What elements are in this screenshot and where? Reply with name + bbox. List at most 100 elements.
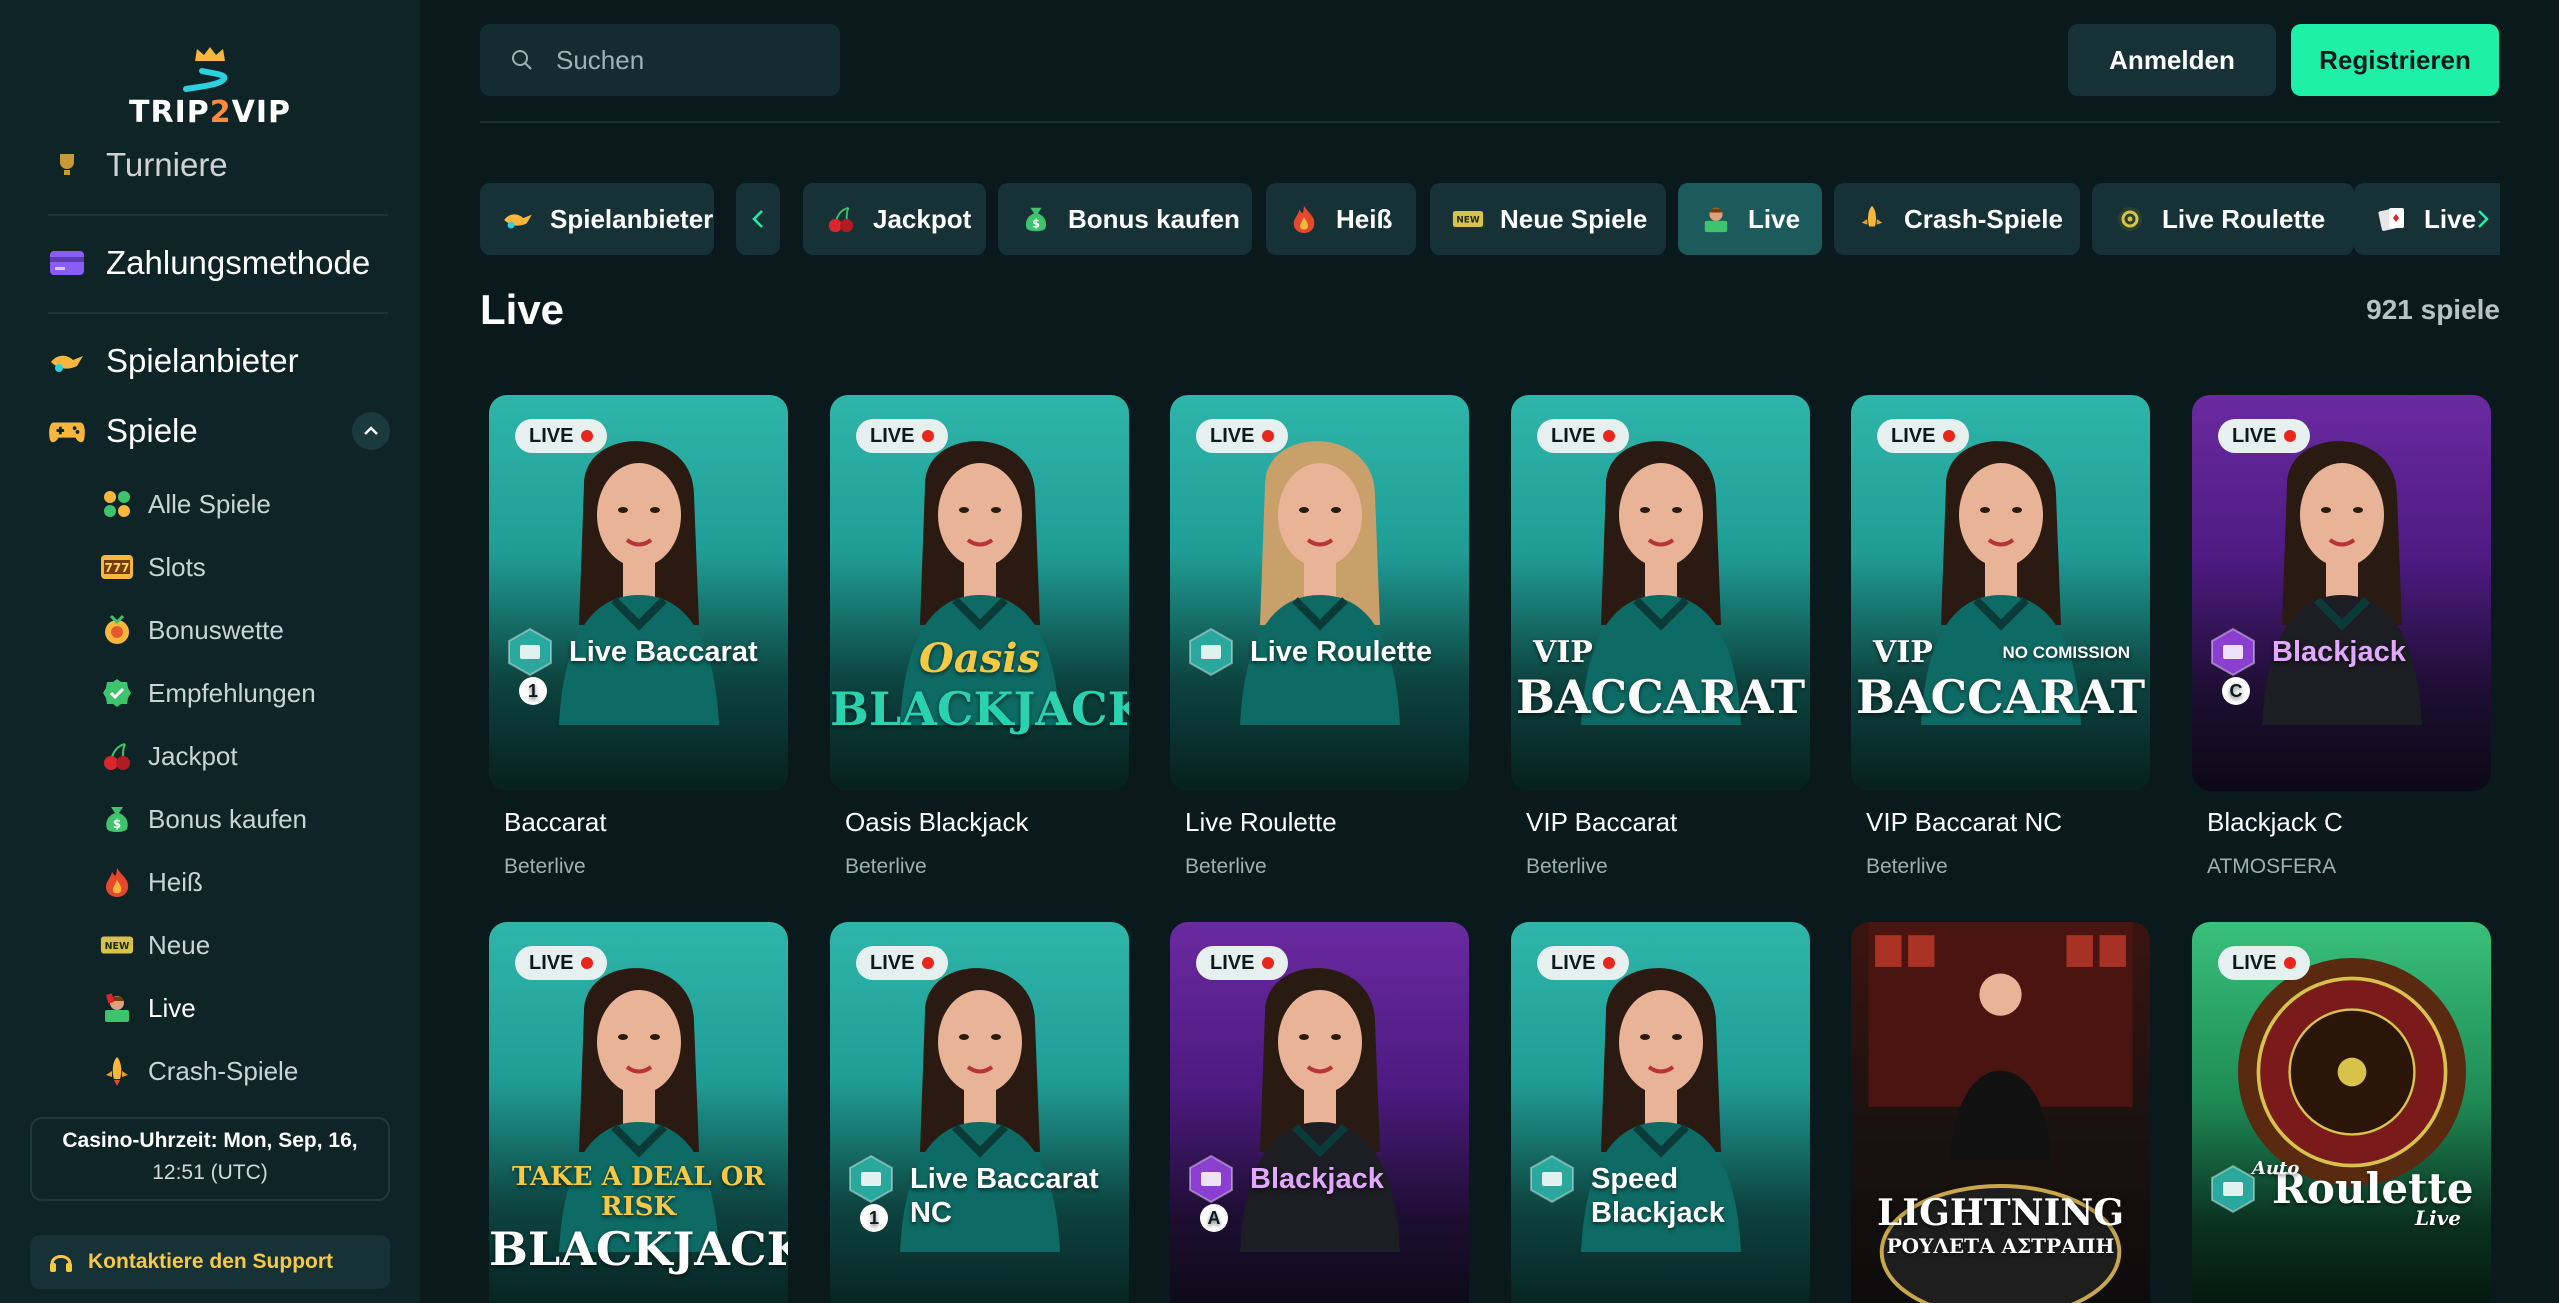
game-thumbnail[interactable]: Live Baccarat 1 LIVE	[489, 395, 788, 791]
search-bar[interactable]	[480, 24, 840, 96]
chevron-right-icon	[2478, 210, 2489, 228]
category-jackpot[interactable]: Jackpot	[803, 183, 986, 255]
game-art-label: VIP NO COMISSION BACCARAT	[1851, 635, 2150, 724]
game-title[interactable]: Blackjack C	[2207, 807, 2343, 838]
sidebar-item-zahlungsmethode[interactable]: Zahlungsmethode	[48, 244, 370, 282]
game-thumbnail[interactable]: VIP BACCARAT LIVE	[1511, 395, 1810, 791]
game-title[interactable]: Baccarat	[504, 807, 607, 838]
game-card[interactable]: Blackjack C LIVE Blackjack C ATMOSFERA	[2192, 395, 2491, 878]
game-provider: ATMOSFERA	[2207, 855, 2337, 878]
game-art-subtitle: ΡΟΥΛΕΤΑ ΑΣΤΡΑΠΗ	[1886, 1234, 2115, 1258]
search-input[interactable]	[556, 44, 806, 76]
game-thumbnail[interactable]: Blackjack A LIVE	[1170, 922, 1469, 1303]
game-thumbnail[interactable]: Speed Blackjack LIVE	[1511, 922, 1810, 1303]
game-art-title: Blackjack	[1250, 1163, 1384, 1195]
game-thumbnail[interactable]: Live Baccarat NC 1 LIVE	[830, 922, 1129, 1303]
category-neue-spiele[interactable]: NEW Neue Spiele	[1430, 183, 1666, 255]
game-provider: Beterlive	[1866, 855, 1948, 878]
support-button[interactable]: Kontaktiere den Support	[30, 1235, 390, 1289]
hex-badge-icon	[505, 627, 555, 677]
game-card[interactable]: VIP BACCARAT LIVE VIP Baccarat Beterlive	[1511, 395, 1810, 878]
register-button[interactable]: Registrieren	[2291, 24, 2499, 96]
game-art-label: TAKE A DEAL OR RISK BLACKJACK	[489, 1162, 788, 1276]
sidebar-item-empfehlungen[interactable]: Empfehlungen	[100, 676, 316, 710]
logo[interactable]: TRIP2VIP	[129, 40, 290, 130]
svg-text:NEW: NEW	[105, 941, 130, 952]
game-thumbnail[interactable]: Live Roulette LIVE	[1170, 395, 1469, 791]
sidebar-item-turniere[interactable]: Turniere	[48, 146, 228, 184]
sidebar-item-heiss[interactable]: Heiß	[100, 865, 203, 899]
live-badge-label: LIVE	[1210, 424, 1255, 447]
live-badge-label: LIVE	[529, 951, 574, 974]
live-badge: LIVE	[1537, 419, 1630, 453]
cherries-icon	[825, 203, 857, 235]
hex-badge-icon	[2208, 1164, 2258, 1214]
game-title[interactable]: VIP Baccarat	[1526, 807, 1677, 838]
sidebar-item-spiele[interactable]: Spiele	[48, 412, 198, 450]
game-card[interactable]: Speed Blackjack LIVE	[1511, 922, 1810, 1303]
grid-icon	[100, 487, 134, 521]
game-thumbnail[interactable]: Oasis BLACKJACK LIVE	[830, 395, 1129, 791]
live-badge: LIVE	[2218, 946, 2311, 980]
game-art-note: NO COMISSION	[2002, 643, 2130, 662]
credit-card-icon	[48, 244, 86, 282]
category-heiss[interactable]: Heiß	[1266, 183, 1416, 255]
game-thumbnail[interactable]: Roulette Auto Live LIVE	[2192, 922, 2491, 1303]
live-dot-icon	[922, 957, 935, 969]
collapse-games-button[interactable]	[352, 412, 390, 450]
category-live[interactable]: Live	[1678, 183, 1822, 255]
game-thumbnail[interactable]: VIP NO COMISSION BACCARAT LIVE	[1851, 395, 2150, 791]
scroll-left-button[interactable]	[736, 183, 780, 255]
game-card[interactable]: Blackjack A LIVE	[1170, 922, 1469, 1303]
live-badge: LIVE	[515, 946, 608, 980]
game-card[interactable]: LIGHTNING ΡΟΥΛΕΤΑ ΑΣΤΡΑΠΗ	[1851, 922, 2150, 1303]
game-card[interactable]: Roulette Auto Live LIVE	[2192, 922, 2491, 1303]
scroll-right-button[interactable]	[2466, 183, 2500, 255]
divider	[48, 312, 388, 314]
sidebar-item-neue[interactable]: NEW Neue	[100, 928, 210, 962]
game-art-title: TAKE A DEAL OR RISK	[512, 1162, 765, 1222]
game-title[interactable]: Live Roulette	[1185, 807, 1337, 838]
game-art-label: Speed Blackjack	[1511, 1154, 1810, 1230]
sidebar-item-spielanbieter[interactable]: Spielanbieter	[48, 342, 299, 380]
category-crash-spiele[interactable]: Crash-Spiele	[1834, 183, 2080, 255]
sidebar-item-slots[interactable]: 777 Slots	[100, 550, 206, 584]
category-label: Heiß	[1336, 203, 1393, 234]
game-thumbnail[interactable]: TAKE A DEAL OR RISK BLACKJACK LIVE	[489, 922, 788, 1303]
category-bonus-kaufen[interactable]: $ Bonus kaufen	[998, 183, 1252, 255]
sidebar-item-jackpot[interactable]: Jackpot	[100, 739, 238, 773]
category-live-roulette[interactable]: Live Roulette	[2092, 183, 2354, 255]
game-thumbnail[interactable]: LIGHTNING ΡΟΥΛΕΤΑ ΑΣΤΡΑΠΗ	[1851, 922, 2150, 1303]
sidebar-item-label: Empfehlungen	[148, 677, 316, 708]
sidebar-item-label: Slots	[148, 551, 206, 582]
support-label: Kontaktiere den Support	[88, 1250, 334, 1273]
game-art-subtitle: BLACKJACK	[489, 1222, 788, 1276]
sidebar-item-label: Crash-Spiele	[148, 1055, 299, 1086]
game-art-label: Live Roulette	[1170, 627, 1469, 677]
game-card[interactable]: Live Baccarat NC 1 LIVE	[830, 922, 1129, 1303]
game-art-subtitle: 1	[860, 1204, 888, 1232]
game-title[interactable]: Oasis Blackjack	[845, 807, 1029, 838]
game-card[interactable]: VIP NO COMISSION BACCARAT LIVE VIP Baccarat …	[1851, 395, 2150, 878]
game-thumbnail[interactable]: Blackjack C LIVE	[2192, 395, 2491, 791]
sidebar-item-alle-spiele[interactable]: Alle Spiele	[100, 487, 271, 521]
sidebar-item-crash-spiele[interactable]: Crash-Spiele	[100, 1054, 298, 1088]
svg-text:$: $	[1032, 217, 1040, 230]
trophy-icon	[48, 146, 86, 184]
game-card[interactable]: Oasis BLACKJACK LIVE Oasis Blackjack Beterli…	[830, 395, 1129, 878]
sidebar-item-label: Heiß	[148, 866, 203, 897]
game-card[interactable]: Live Roulette LIVE Live Roulette Beterlive	[1170, 395, 1469, 878]
game-art-label: LIGHTNING ΡΟΥΛΕΤΑ ΑΣΤΡΑΠΗ	[1851, 1192, 2150, 1258]
game-card[interactable]: Live Baccarat 1 LIVE Baccarat Beterlive	[489, 395, 788, 878]
login-button[interactable]: Anmelden	[2068, 24, 2276, 96]
sidebar-item-bonuswette[interactable]: Bonuswette	[100, 613, 284, 647]
category-label: Bonus kaufen	[1068, 203, 1240, 234]
divider	[48, 214, 388, 216]
sidebar-item-live[interactable]: Live	[100, 991, 196, 1025]
game-card[interactable]: TAKE A DEAL OR RISK BLACKJACK LIVE	[489, 922, 788, 1303]
sidebar-item-bonus-kaufen[interactable]: $ Bonus kaufen	[100, 802, 307, 836]
game-title[interactable]: VIP Baccarat NC	[1866, 807, 2062, 838]
hex-badge-icon	[1186, 627, 1236, 677]
live-badge-label: LIVE	[1210, 951, 1255, 974]
category-spielanbieter[interactable]: Spielanbieter	[480, 183, 714, 255]
